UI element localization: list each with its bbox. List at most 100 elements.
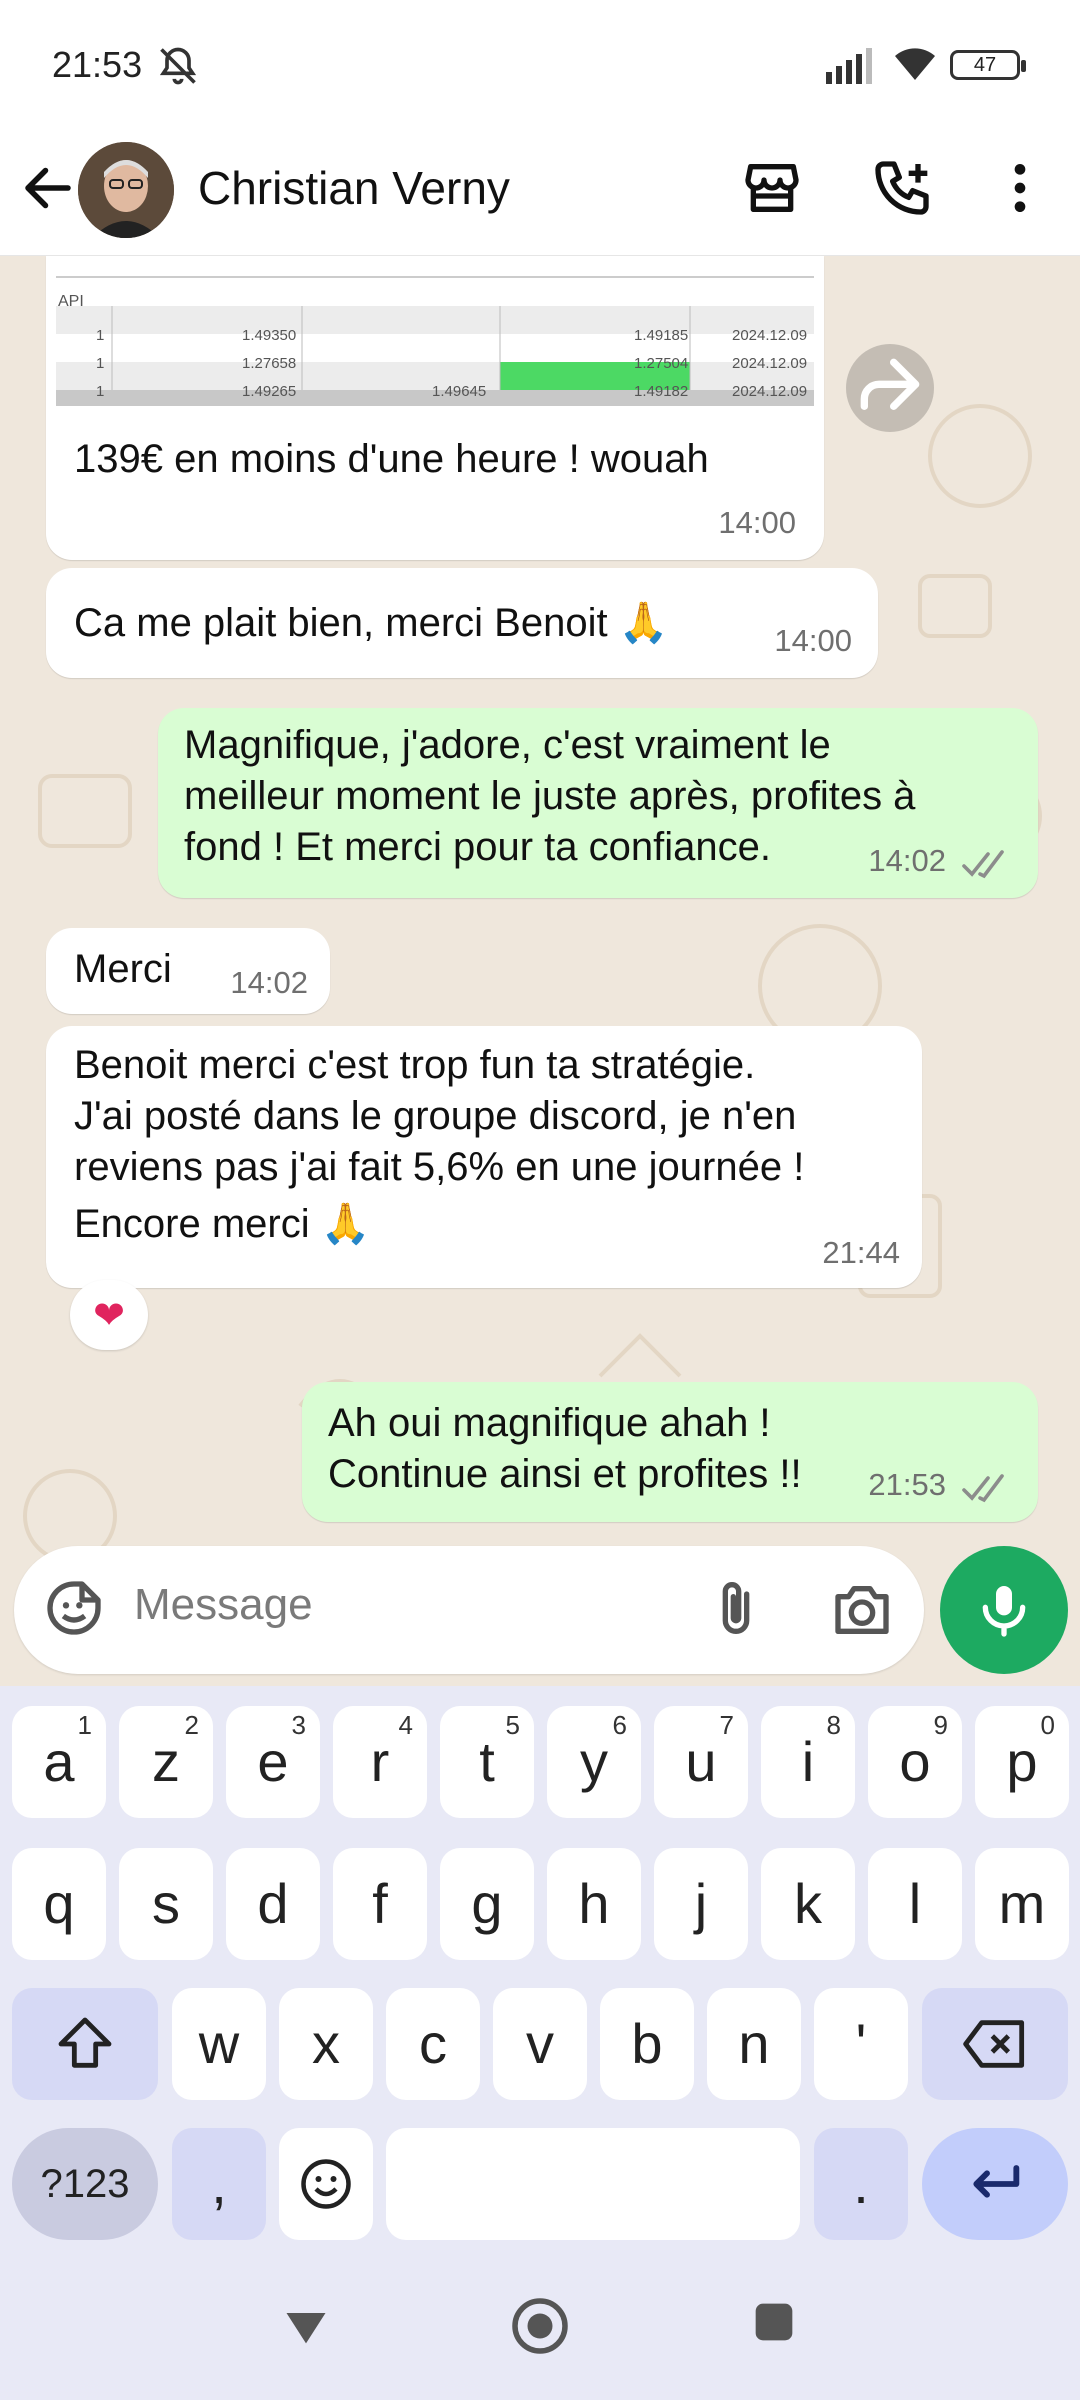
message-line: J'ai posté dans le groupe discord, je n'… [74, 1094, 797, 1138]
space-key[interactable] [386, 2128, 800, 2240]
nav-home-icon[interactable] [510, 2296, 570, 2356]
status-time: 21:53 [52, 44, 143, 85]
message-bubble-outgoing[interactable]: Ah oui magnifique ahah ! Continue ainsi … [302, 1382, 1038, 1522]
message-line: reviens pas j'ai fait 5,6% en une journé… [74, 1145, 805, 1189]
message-line: meilleur moment le juste après, profites… [184, 774, 916, 818]
forward-icon [860, 358, 920, 410]
table-cell: 2024.12.09 [732, 383, 808, 400]
key-r[interactable]: r4 [333, 1706, 427, 1818]
status-bar: 21:53 47 [0, 0, 1080, 132]
attach-icon[interactable] [704, 1578, 768, 1642]
key-y[interactable]: y6 [547, 1706, 641, 1818]
message-line: Ah oui magnifique ahah ! [328, 1401, 771, 1445]
message-time: 14:02 [868, 843, 946, 878]
message-composer[interactable]: Message [14, 1546, 924, 1674]
message-bubble-incoming[interactable]: Merci 14:02 [46, 928, 330, 1014]
key-t[interactable]: t5 [440, 1706, 534, 1818]
message-bubble-incoming[interactable]: Benoit merci c'est trop fun ta stratégie… [46, 1026, 922, 1288]
key-h[interactable]: h [547, 1848, 641, 1960]
system-navigation-bar [0, 2252, 1080, 2400]
message-text: Ca me plait bien, merci Benoit 🙏 [74, 601, 669, 645]
chat-header: Christian Verny [0, 132, 1080, 256]
message-line: Benoit merci c'est trop fun ta stratégie… [74, 1043, 756, 1087]
voice-message-button[interactable] [940, 1546, 1068, 1674]
table-cell: 1.49182 [634, 383, 689, 400]
key-l[interactable]: l [868, 1848, 962, 1960]
key-apostrophe[interactable]: ' [814, 1988, 908, 2100]
backspace-key[interactable] [922, 1988, 1068, 2100]
message-time: 21:44 [822, 1235, 900, 1270]
heart-reaction[interactable]: ❤ [70, 1280, 148, 1350]
key-m[interactable]: m [975, 1848, 1069, 1960]
message-bubble-outgoing[interactable]: Magnifique, j'adore, c'est vraiment le m… [158, 708, 1038, 898]
table-cell: 1.49265 [242, 383, 297, 400]
key-i[interactable]: i8 [761, 1706, 855, 1818]
add-call-icon[interactable] [870, 156, 934, 220]
message-bubble-incoming[interactable]: Ca me plait bien, merci Benoit 🙏 14:00 [46, 568, 878, 678]
message-text: 139€ en moins d'une heure ! wouah [74, 437, 709, 481]
key-q[interactable]: q [12, 1848, 106, 1960]
sticker-emoji-icon[interactable] [42, 1576, 106, 1640]
message-line: Continue ainsi et profites !! [328, 1452, 802, 1496]
nav-recents-icon[interactable] [752, 2300, 796, 2344]
key-w[interactable]: w [172, 1988, 266, 2100]
camera-icon[interactable] [830, 1578, 894, 1642]
key-z[interactable]: z2 [119, 1706, 213, 1818]
more-options-icon[interactable] [988, 156, 1052, 220]
backspace-icon [963, 2020, 1025, 2068]
message-time: 21:53 [868, 1467, 946, 1502]
key-k[interactable]: k [761, 1848, 855, 1960]
message-text: Ah oui magnifique ahah ! Continue ainsi … [328, 1398, 802, 1500]
contact-avatar[interactable] [78, 142, 174, 238]
key-j[interactable]: j [654, 1848, 748, 1960]
enter-icon [973, 2165, 1020, 2198]
key-p[interactable]: p0 [975, 1706, 1069, 1818]
shift-icon [58, 2017, 112, 2068]
message-time: 14:00 [718, 505, 796, 540]
forward-button[interactable] [846, 344, 934, 432]
message-text: Benoit merci c'est trop fun ta stratégie… [74, 1040, 804, 1250]
message-text: Merci [74, 947, 172, 991]
comma-key[interactable]: , [172, 2128, 266, 2240]
key-n[interactable]: n [707, 1988, 801, 2100]
microphone-icon [982, 1586, 1026, 1637]
message-text: Magnifique, j'adore, c'est vraiment le m… [184, 720, 915, 873]
battery-level: 47 [973, 54, 997, 76]
message-line: Magnifique, j'adore, c'est vraiment le [184, 723, 831, 767]
shared-screenshot-image[interactable]: API 1 1.49350 1.49185 2024.12.09 1 1.276… [56, 256, 814, 406]
key-a[interactable]: a1 [12, 1706, 106, 1818]
key-d[interactable]: d [226, 1848, 320, 1960]
message-time: 14:00 [774, 623, 852, 658]
key-u[interactable]: u7 [654, 1706, 748, 1818]
key-c[interactable]: c [386, 1988, 480, 2100]
emoji-icon [301, 2159, 351, 2209]
period-key[interactable]: . [814, 2128, 908, 2240]
key-o[interactable]: o9 [868, 1706, 962, 1818]
enter-key[interactable] [922, 2128, 1068, 2240]
key-f[interactable]: f [333, 1848, 427, 1960]
key-s[interactable]: s [119, 1848, 213, 1960]
chat-area[interactable]: API 1 1.49350 1.49185 2024.12.09 1 1.276… [0, 256, 1080, 1686]
read-receipt-icon [962, 850, 1004, 879]
symbols-key[interactable]: ?123 [12, 2128, 158, 2240]
message-input[interactable]: Message [134, 1580, 313, 1630]
battery-indicator: 47 [950, 50, 1026, 80]
message-bubble-incoming[interactable]: API 1 1.49350 1.49185 2024.12.09 1 1.276… [46, 256, 824, 560]
key-e[interactable]: e3 [226, 1706, 320, 1818]
nav-back-icon[interactable] [280, 2300, 332, 2352]
on-screen-keyboard: a1 z2 e3 r4 t5 y6 u7 i8 o9 p0 q s d f g … [0, 1686, 1080, 2400]
key-b[interactable]: b [600, 1988, 694, 2100]
emoji-key[interactable] [279, 2128, 373, 2240]
key-v[interactable]: v [493, 1988, 587, 2100]
key-g[interactable]: g [440, 1848, 534, 1960]
table-cell: 1 [96, 383, 105, 400]
muted-bell-icon [159, 47, 197, 85]
message-line: Encore merci 🙏 [74, 1202, 371, 1246]
table-label: API [58, 293, 84, 310]
back-arrow-icon[interactable] [18, 158, 78, 218]
shift-key[interactable] [12, 1988, 158, 2100]
business-store-icon[interactable] [740, 156, 804, 220]
key-x[interactable]: x [279, 1988, 373, 2100]
contact-name[interactable]: Christian Verny [198, 152, 510, 224]
read-receipt-icon [962, 1474, 1004, 1503]
